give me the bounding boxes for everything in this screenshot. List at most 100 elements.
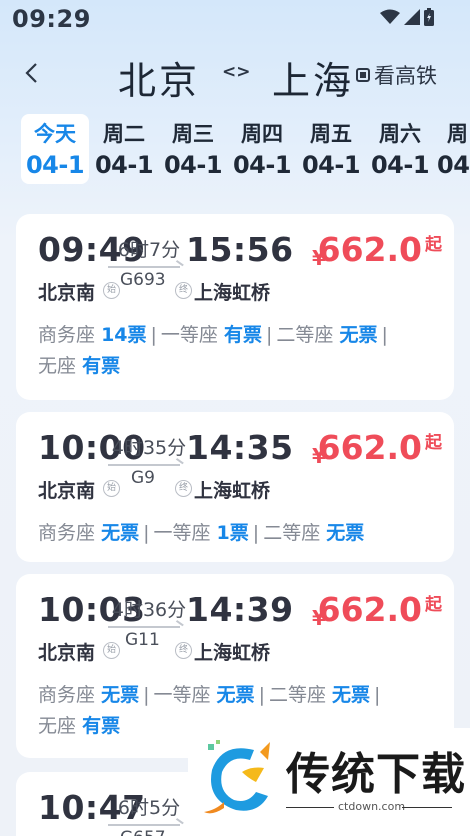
seat-value: 无票 — [216, 684, 255, 706]
signal-icon — [404, 9, 420, 29]
date-tab-day: 周 — [447, 122, 468, 146]
train-card[interactable]: 10:00 4时35分 G9 14:35 ¥ 662.0 起 北京南 始 终 上… — [16, 412, 454, 562]
from-city[interactable]: 北京 — [118, 50, 200, 105]
train-number: G657 — [120, 828, 166, 836]
start-station-badge: 始 — [103, 480, 120, 497]
battery-icon — [424, 8, 434, 30]
to-station: 上海虹桥 — [194, 480, 271, 502]
watermark-rule — [402, 807, 452, 808]
system-icons — [380, 8, 434, 30]
train-number: G11 — [125, 630, 160, 650]
duration-arrow — [108, 266, 180, 268]
end-station-badge: 终 — [175, 642, 192, 659]
seat-value: 有票 — [82, 715, 121, 737]
seat-name: 二等座 — [268, 684, 326, 706]
date-tab-sat[interactable]: 周六 04-1 — [366, 114, 434, 184]
watermark: 传统下载 ctdown.com — [188, 728, 470, 836]
date-tab-date: 04-1 — [25, 151, 85, 179]
wifi-icon — [380, 9, 400, 29]
date-tab-date: 04-1 — [370, 151, 430, 179]
seat-value: 无票 — [101, 522, 140, 544]
date-tab-day: 周四 — [241, 122, 283, 146]
from-station: 北京南 — [38, 642, 96, 664]
high-speed-label: 看高铁 — [374, 64, 437, 88]
arrive-time: 15:56 — [186, 230, 294, 269]
checkbox-icon[interactable] — [356, 68, 370, 82]
seat-value: 1票 — [216, 522, 249, 544]
price: 662.0 — [317, 428, 422, 467]
from-station: 北京南 — [38, 480, 96, 502]
arrive-time: 14:35 — [186, 428, 294, 467]
end-station-badge: 终 — [175, 480, 192, 497]
date-tab-day: 今天 — [34, 122, 76, 146]
status-time: 09:29 — [12, 5, 91, 33]
duration-arrow — [108, 464, 180, 466]
date-tab-wed[interactable]: 周三 04-1 — [159, 114, 227, 184]
seat-name: 二等座 — [263, 522, 321, 544]
start-station-badge: 始 — [103, 282, 120, 299]
date-tab-date: 04-1 — [163, 151, 223, 179]
seat-value: 有票 — [223, 324, 262, 346]
date-tab-sun[interactable]: 周 04- — [435, 114, 470, 184]
seat-name: 商务座 — [38, 324, 96, 346]
price-suffix: 起 — [425, 433, 442, 453]
seat-name: 二等座 — [276, 324, 334, 346]
date-tab-tue[interactable]: 周二 04-1 — [90, 114, 158, 184]
swap-cities-icon[interactable]: <> — [222, 62, 251, 82]
seat-availability: 商务座 无票 | 一等座 1票 | 二等座 无票 — [38, 522, 365, 544]
back-arrow-icon[interactable] — [20, 58, 46, 88]
to-station: 上海虹桥 — [194, 282, 271, 304]
date-tab-date: 04-1 — [232, 151, 292, 179]
start-station-badge: 始 — [103, 642, 120, 659]
date-tab-date: 04- — [437, 151, 470, 179]
duration: 4时36分 — [111, 599, 187, 621]
seat-name: 一等座 — [153, 684, 211, 706]
date-tab-date: 04-1 — [94, 151, 154, 179]
seat-name: 商务座 — [38, 522, 96, 544]
seat-value: 无票 — [332, 684, 371, 706]
seat-value: 无票 — [101, 684, 140, 706]
date-tab-day: 周三 — [172, 122, 214, 146]
arrive-time: 14:39 — [186, 590, 294, 629]
to-station: 上海虹桥 — [194, 642, 271, 664]
watermark-title: 传统下载 — [286, 749, 466, 800]
seat-value: 有票 — [82, 355, 121, 377]
route-header: 北京 <> 上海 看高铁 — [0, 48, 470, 104]
date-tab-day: 周六 — [379, 122, 421, 146]
seat-value: 无票 — [339, 324, 378, 346]
to-city[interactable]: 上海 — [272, 50, 354, 105]
seat-name: 商务座 — [38, 684, 96, 706]
seat-availability: 商务座 14票 | 一等座 有票 | 二等座 无票 | 无座 有票 — [38, 324, 388, 377]
date-tab-day: 周五 — [310, 122, 352, 146]
date-tab-thu[interactable]: 周四 04-1 — [228, 114, 296, 184]
seat-value: 无票 — [326, 522, 365, 544]
high-speed-filter[interactable]: 看高铁 — [356, 60, 437, 90]
duration: 6时5分 — [117, 797, 181, 819]
train-number: G693 — [120, 270, 166, 290]
duration-arrow — [108, 626, 180, 628]
seat-name: 一等座 — [160, 324, 218, 346]
watermark-rule — [286, 807, 334, 808]
watermark-logo-icon — [202, 738, 274, 818]
seat-name: 一等座 — [153, 522, 211, 544]
from-station: 北京南 — [38, 282, 96, 304]
price: 662.0 — [317, 230, 422, 269]
duration-arrow — [108, 824, 180, 826]
seat-name: 无座 — [38, 355, 77, 377]
duration: 6时7分 — [117, 239, 181, 261]
price-suffix: 起 — [425, 235, 442, 255]
end-station-badge: 终 — [175, 282, 192, 299]
train-card[interactable]: 09:49 6时7分 G693 15:56 ¥ 662.0 起 北京南 始 终 … — [16, 214, 454, 400]
train-number: G9 — [131, 468, 155, 488]
date-tabs: 今天 04-1 周二 04-1 周三 04-1 周四 04-1 周五 04-1 … — [21, 114, 470, 186]
date-tab-date: 04-1 — [301, 151, 361, 179]
date-tab-day: 周二 — [103, 122, 145, 146]
price: 662.0 — [317, 590, 422, 629]
seat-name: 无座 — [38, 715, 77, 737]
status-bar: 09:29 — [0, 0, 470, 40]
date-tab-today[interactable]: 今天 04-1 — [21, 114, 89, 184]
date-tab-fri[interactable]: 周五 04-1 — [297, 114, 365, 184]
watermark-url: ctdown.com — [338, 800, 406, 813]
seat-value: 14票 — [101, 324, 147, 346]
price-suffix: 起 — [425, 595, 442, 615]
